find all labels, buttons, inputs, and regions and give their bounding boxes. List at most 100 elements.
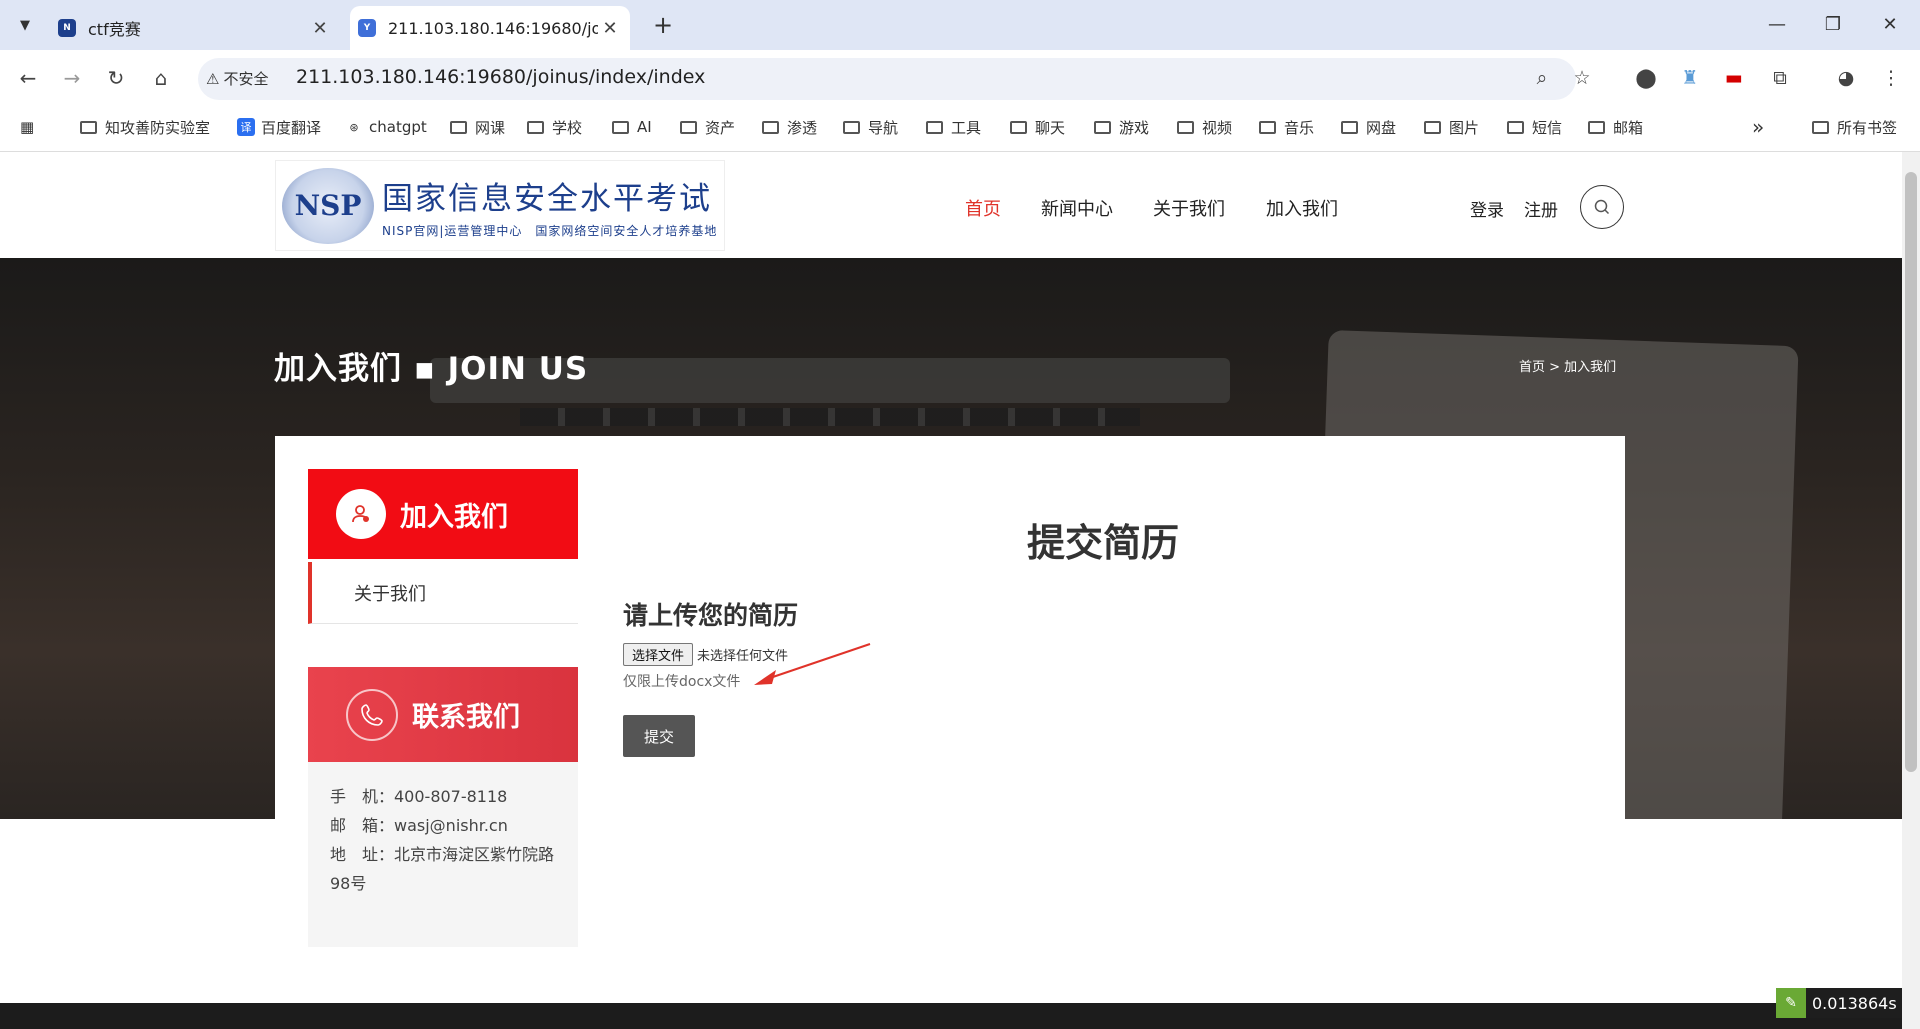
- extension-record-icon[interactable]: ⬤: [1632, 64, 1660, 92]
- back-button[interactable]: ←: [14, 64, 42, 92]
- bookmark-label: 所有书签: [1837, 118, 1898, 137]
- logo-title: 国家信息安全水平考试: [382, 180, 712, 217]
- bookmark-label: 短信: [1532, 118, 1563, 137]
- close-icon[interactable]: ✕: [598, 18, 622, 39]
- bookmark-11[interactable]: 聊天: [1010, 114, 1065, 140]
- bookmark-label: 资产: [705, 118, 736, 137]
- bookmark-label: 游戏: [1119, 118, 1150, 137]
- contact-header: 联系我们: [308, 667, 578, 762]
- bookmark-label: 网盘: [1366, 118, 1397, 137]
- extensions-puzzle-icon[interactable]: ⧉: [1766, 64, 1794, 92]
- forward-button[interactable]: →: [58, 64, 86, 92]
- security-indicator[interactable]: ⚠ 不安全: [206, 68, 268, 89]
- bookmark-star-icon[interactable]: ☆: [1568, 64, 1596, 92]
- china-flag-icon[interactable]: ▬: [1720, 64, 1748, 92]
- sidebar-header: 加入我们: [308, 469, 578, 559]
- minimize-button[interactable]: —: [1757, 12, 1797, 38]
- bookmark-label: 邮箱: [1613, 118, 1644, 137]
- bookmark-label: 导航: [868, 118, 899, 137]
- bookmark-8[interactable]: 渗透: [762, 114, 817, 140]
- menu-dots-icon[interactable]: ⋮: [1877, 64, 1905, 92]
- tab-title: ctf竞赛: [88, 20, 141, 39]
- bookmark-5[interactable]: 学校: [527, 114, 582, 140]
- bookmark-14[interactable]: 音乐: [1259, 114, 1314, 140]
- nav-home[interactable]: 首页: [965, 195, 1001, 221]
- scrollbar-thumb[interactable]: [1905, 172, 1917, 772]
- extension-figure-icon[interactable]: ♜: [1676, 64, 1704, 92]
- bookmark-label: 知攻善防实验室: [105, 118, 211, 137]
- folder-icon: [1259, 120, 1276, 134]
- bookmarks-overflow-button[interactable]: »: [1752, 114, 1764, 140]
- bookmark-2[interactable]: 译百度翻译: [237, 114, 321, 140]
- bookmark-label: 音乐: [1284, 118, 1315, 137]
- sidebar-item-about[interactable]: 关于我们: [308, 562, 578, 624]
- bookmark-label: chatgpt: [369, 118, 427, 136]
- bookmark-1[interactable]: 知攻善防实验室: [80, 114, 210, 140]
- bookmark-label: 百度翻译: [261, 118, 322, 137]
- warning-icon: ⚠: [206, 69, 220, 88]
- home-button[interactable]: ⌂: [147, 64, 175, 92]
- bookmark-label: 工具: [951, 118, 982, 137]
- all-bookmarks-folder[interactable]: 所有书签: [1812, 114, 1897, 140]
- timer-badge: ✎ 0.013864s: [1776, 988, 1902, 1018]
- bookmark-label: 渗透: [787, 118, 818, 137]
- bookmark-label: 图片: [1449, 118, 1480, 137]
- bookmark-4[interactable]: 网课: [450, 114, 505, 140]
- tab-joinus[interactable]: Y 211.103.180.146:19680/joinu ✕: [350, 6, 630, 50]
- bookmark-label: AI: [637, 118, 652, 136]
- nav-about[interactable]: 关于我们: [1153, 195, 1225, 221]
- profile-avatar[interactable]: ◕: [1832, 64, 1860, 92]
- bookmark-3[interactable]: ⊛ chatgpt: [345, 114, 427, 140]
- close-icon[interactable]: ✕: [308, 18, 332, 39]
- apps-grid-icon[interactable]: ▦: [20, 114, 34, 140]
- bookmark-18[interactable]: 邮箱: [1588, 114, 1643, 140]
- site-search-button[interactable]: [1580, 185, 1624, 229]
- site-logo[interactable]: NSP 国家信息安全水平考试 NISP官网|运营管理中心 国家网络空间安全人才培…: [275, 160, 725, 251]
- bookmark-6[interactable]: AI: [612, 114, 652, 140]
- tab-search-chevron-icon[interactable]: ▼: [10, 10, 40, 40]
- folder-icon: [762, 120, 779, 134]
- choose-file-button[interactable]: 选择文件: [623, 643, 694, 666]
- bookmark-label: 学校: [552, 118, 583, 137]
- bookmark-9[interactable]: 导航: [843, 114, 898, 140]
- restore-button[interactable]: ❐: [1813, 12, 1853, 38]
- bookmark-16[interactable]: 图片: [1424, 114, 1479, 140]
- contact-email: 邮 箱：wasj@nishr.cn: [330, 816, 508, 835]
- folder-icon: [612, 120, 629, 134]
- reload-button[interactable]: ↻: [102, 64, 130, 92]
- contact-info: 手 机：400-807-8118 邮 箱：wasj@nishr.cn 地 址：北…: [308, 762, 578, 947]
- zoom-icon[interactable]: ⌕: [1528, 64, 1556, 92]
- new-tab-button[interactable]: +: [648, 10, 678, 40]
- bookmark-12[interactable]: 游戏: [1094, 114, 1149, 140]
- bookmark-15[interactable]: 网盘: [1341, 114, 1396, 140]
- window-close-button[interactable]: ✕: [1870, 12, 1910, 38]
- login-link[interactable]: 登录: [1470, 196, 1504, 221]
- folder-icon: [1341, 120, 1358, 134]
- bookmark-label: 聊天: [1035, 118, 1066, 137]
- breadcrumb[interactable]: 首页 > 加入我们: [1519, 356, 1616, 375]
- tab-ctf[interactable]: N ctf竞赛 ✕: [50, 6, 340, 50]
- contact-header-label: 联系我们: [412, 702, 520, 733]
- hero-title: 加入我们 ▪ JOIN US: [274, 351, 589, 387]
- submit-button[interactable]: 提交: [623, 715, 695, 757]
- phone-icon: [346, 688, 398, 741]
- folder-icon: [926, 120, 943, 134]
- folder-icon: [1094, 120, 1111, 134]
- tab-title: 211.103.180.146:19680/joinu: [388, 18, 598, 38]
- red-arrow-annotation: [754, 643, 871, 685]
- register-link[interactable]: 注册: [1524, 196, 1558, 221]
- bottom-strip: [0, 1003, 1902, 1029]
- bookmark-17[interactable]: 短信: [1507, 114, 1562, 140]
- bookmark-10[interactable]: 工具: [926, 114, 981, 140]
- bookmark-13[interactable]: 视频: [1177, 114, 1232, 140]
- url-text[interactable]: 211.103.180.146:19680/joinus/index/index: [296, 66, 705, 88]
- logo-subtitle: NISP官网|运营管理中心 国家网络空间安全人才培养基地: [382, 223, 718, 238]
- timer-leaf-icon: ✎: [1776, 988, 1806, 1018]
- folder-icon: [680, 120, 697, 134]
- user-icon: [336, 489, 386, 539]
- upload-heading: 请上传您的简历: [623, 601, 799, 630]
- nav-join[interactable]: 加入我们: [1266, 195, 1338, 221]
- nav-news[interactable]: 新闻中心: [1041, 195, 1113, 221]
- bookmark-7[interactable]: 资产: [680, 114, 735, 140]
- folder-icon: [1177, 120, 1194, 134]
